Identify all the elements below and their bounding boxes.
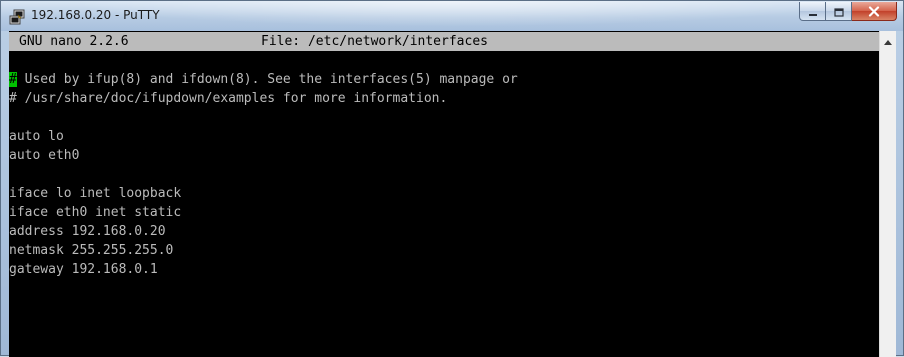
close-icon (868, 2, 880, 21)
vertical-scrollbar[interactable] (879, 31, 896, 357)
editor-line: iface lo inet loopback (9, 186, 182, 201)
editor-line: # Used by ifup(8) and ifdown(8). See the… (9, 70, 879, 89)
window-title: 192.168.0.20 - PuTTY (31, 8, 160, 22)
text-cursor: # (9, 72, 17, 87)
minimize-button[interactable] (799, 2, 826, 21)
editor-line: netmask 255.255.255.0 (9, 243, 174, 258)
scroll-up-button[interactable] (880, 31, 896, 48)
terminal-screen[interactable]: GNU nano 2.2.6 File: /etc/network/interf… (9, 31, 879, 357)
editor-line: iface eth0 inet static (9, 205, 182, 220)
editor-line: address 192.168.0.20 (9, 224, 166, 239)
maximize-icon (833, 2, 844, 21)
putty-icon[interactable] (9, 9, 25, 25)
editor-line: gateway 192.168.0.1 (9, 262, 158, 277)
title-bar[interactable]: 192.168.0.20 - PuTTY (1, 1, 903, 31)
editor-line: auto lo (9, 129, 64, 144)
editor-line: auto eth0 (9, 148, 80, 163)
client-area: GNU nano 2.2.6 File: /etc/network/interf… (9, 31, 896, 357)
scroll-up-arrow-icon (884, 30, 892, 49)
putty-window: 192.168.0.20 - PuTTY GNU nano 2.2.6 File… (0, 0, 904, 357)
editor-text[interactable]: # Used by ifup(8) and ifdown(8). See the… (9, 70, 879, 279)
close-button[interactable] (852, 2, 897, 21)
editor-line-text: Used by ifup(8) and ifdown(8). See the i… (16, 72, 518, 87)
maximize-button[interactable] (826, 2, 852, 21)
editor-line: # /usr/share/doc/ifupdown/examples for m… (9, 91, 448, 106)
nano-title-bar: GNU nano 2.2.6 File: /etc/network/interf… (9, 32, 879, 51)
nano-file-label: File: /etc/network/interfaces (261, 34, 488, 49)
caption-buttons (799, 2, 897, 22)
minimize-icon (808, 2, 818, 21)
nano-version: GNU nano 2.2.6 (19, 34, 129, 49)
